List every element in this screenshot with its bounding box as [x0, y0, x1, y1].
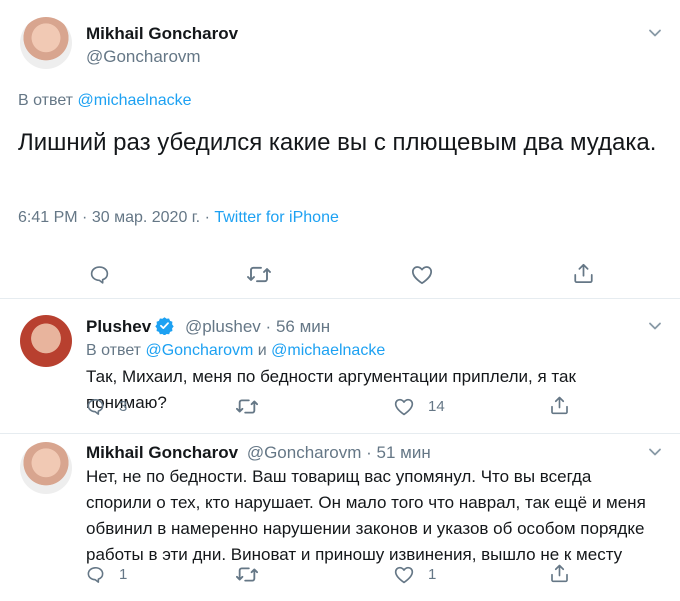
reply-count: 1 [119, 566, 128, 583]
reply-to-link[interactable]: @michaelnacke [77, 92, 191, 109]
meta-separator: · [204, 209, 210, 226]
meta-separator: · [366, 443, 372, 462]
share-icon[interactable] [550, 395, 569, 415]
chevron-down-icon[interactable] [648, 445, 662, 459]
like-action[interactable]: 1 [394, 565, 436, 584]
tweet-meta: 6:41 PM · 30 мар. 2020 г. · Twitter for … [18, 209, 339, 227]
tweet-date[interactable]: 30 мар. 2020 г. [92, 209, 200, 226]
reply-tweet: Plushev @plushev · 56 мин В ответ @Gonch… [0, 299, 680, 433]
avatar[interactable] [20, 315, 72, 367]
author-name-text[interactable]: Mikhail Goncharov [86, 443, 238, 462]
chevron-down-icon[interactable] [648, 319, 662, 333]
reply-to-line: В ответ @michaelnacke [18, 92, 192, 110]
like-icon[interactable] [394, 397, 414, 416]
like-count: 14 [428, 398, 445, 415]
retweet-icon[interactable] [247, 264, 271, 285]
avatar[interactable] [20, 17, 72, 69]
reply-to-link[interactable]: @michaelnacke [271, 342, 385, 359]
reply-icon[interactable] [86, 565, 105, 584]
tweet-age[interactable]: 56 мин [276, 317, 330, 336]
verified-badge-icon [155, 317, 174, 335]
like-count: 1 [428, 566, 437, 583]
reply-icon[interactable] [89, 264, 110, 285]
author-name: Mikhail Goncharov @Goncharovm · 51 мин [86, 443, 431, 463]
author-name: Plushev @plushev · 56 мин [86, 316, 330, 337]
reply-action[interactable]: 3 [86, 397, 127, 416]
meta-separator: · [82, 209, 88, 226]
reply-prefix: В ответ [86, 342, 142, 359]
author-name-text[interactable]: Plushev [86, 317, 151, 336]
tweet-text: Так, Михаил, меня по бедности аргументац… [86, 367, 576, 412]
chevron-down-icon[interactable] [648, 26, 662, 40]
share-icon[interactable] [573, 262, 594, 284]
avatar[interactable] [20, 442, 72, 494]
author-name[interactable]: Mikhail Goncharov [86, 24, 238, 44]
tweet-text: Нет, не по бедности. Ваш товарищ вас упо… [86, 467, 646, 564]
like-action[interactable]: 14 [394, 397, 445, 416]
like-icon[interactable] [411, 264, 433, 285]
reply-tweet: Mikhail Goncharov @Goncharovm · 51 мин Н… [0, 434, 680, 601]
meta-separator: · [265, 317, 272, 336]
reply-count: 3 [119, 398, 128, 415]
author-handle[interactable]: @Goncharovm [247, 443, 362, 462]
reply-action[interactable]: 1 [86, 565, 127, 584]
reply-to-link[interactable]: @Goncharovm [145, 342, 253, 359]
tweet-age[interactable]: 51 мин [377, 443, 431, 462]
reply-to-line: В ответ @Goncharovm и @michaelnacke [86, 342, 385, 360]
tweet-source[interactable]: Twitter for iPhone [214, 209, 339, 226]
main-tweet: Mikhail Goncharov @Goncharovm В ответ @m… [0, 0, 680, 298]
author-handle[interactable]: @plushev [185, 317, 261, 336]
author-handle[interactable]: @Goncharovm [86, 47, 201, 67]
share-icon[interactable] [550, 563, 569, 583]
reply-prefix: В ответ [18, 92, 74, 109]
like-icon[interactable] [394, 565, 414, 584]
tweet-time[interactable]: 6:41 PM [18, 209, 78, 226]
tweet-text: Лишний раз убедился какие вы с плющевым … [18, 129, 657, 156]
retweet-icon[interactable] [236, 565, 258, 584]
reply-icon[interactable] [86, 397, 105, 416]
retweet-icon[interactable] [236, 397, 258, 416]
reply-conj: и [257, 342, 267, 359]
